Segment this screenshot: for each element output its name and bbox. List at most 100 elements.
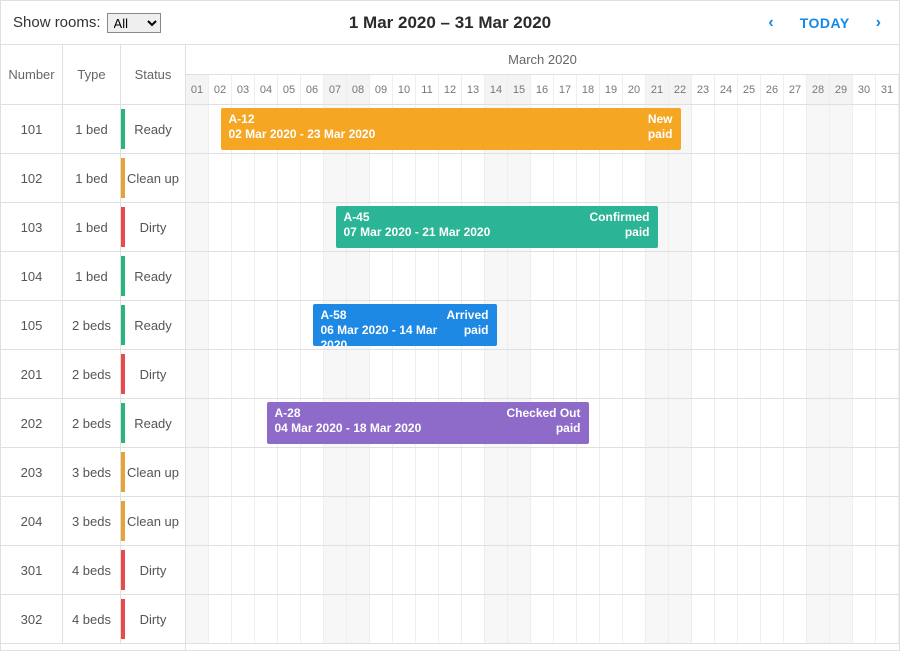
timeline-cell[interactable] — [370, 350, 393, 398]
timeline-cell[interactable] — [853, 546, 876, 594]
timeline-cell[interactable] — [209, 154, 232, 202]
timeline-cell[interactable] — [209, 448, 232, 496]
timeline-cell[interactable] — [232, 399, 255, 447]
timeline-cell[interactable] — [761, 350, 784, 398]
timeline-cell[interactable] — [784, 399, 807, 447]
timeline-cell[interactable] — [876, 252, 899, 300]
timeline-cell[interactable] — [531, 252, 554, 300]
timeline-cell[interactable] — [807, 546, 830, 594]
timeline-cell[interactable] — [853, 301, 876, 349]
timeline-cell[interactable] — [209, 301, 232, 349]
timeline-cell[interactable] — [370, 252, 393, 300]
timeline-cell[interactable] — [807, 203, 830, 251]
timeline-cell[interactable] — [669, 154, 692, 202]
timeline-cell[interactable] — [876, 301, 899, 349]
timeline-cell[interactable] — [715, 595, 738, 643]
timeline-cell[interactable] — [554, 301, 577, 349]
timeline-cell[interactable] — [600, 399, 623, 447]
timeline-cell[interactable] — [439, 252, 462, 300]
timeline-cell[interactable] — [784, 154, 807, 202]
timeline-cell[interactable] — [255, 448, 278, 496]
booking-event[interactable]: A-58Arrived06 Mar 2020 - 14 Mar 2020paid — [313, 304, 497, 346]
timeline-cell[interactable] — [393, 350, 416, 398]
timeline-cell[interactable] — [416, 350, 439, 398]
booking-event[interactable]: A-45Confirmed07 Mar 2020 - 21 Mar 2020pa… — [336, 206, 658, 248]
timeline-cell[interactable] — [807, 301, 830, 349]
timeline-cell[interactable] — [531, 448, 554, 496]
room-row[interactable]: 2043 bedsClean up — [1, 497, 185, 546]
timeline-cell[interactable] — [807, 448, 830, 496]
timeline-cell[interactable] — [784, 105, 807, 153]
timeline-cell[interactable] — [761, 399, 784, 447]
timeline-cell[interactable] — [416, 595, 439, 643]
timeline-cell[interactable] — [255, 350, 278, 398]
timeline-cell[interactable] — [761, 105, 784, 153]
room-row[interactable]: 3024 bedsDirty — [1, 595, 185, 644]
timeline-cell[interactable] — [623, 154, 646, 202]
timeline-cell[interactable] — [830, 301, 853, 349]
timeline-cell[interactable] — [301, 448, 324, 496]
timeline-cell[interactable] — [577, 497, 600, 545]
timeline-cell[interactable] — [669, 497, 692, 545]
timeline-cell[interactable] — [416, 448, 439, 496]
timeline-cell[interactable] — [508, 497, 531, 545]
timeline-cell[interactable] — [715, 203, 738, 251]
timeline-cell[interactable] — [646, 497, 669, 545]
timeline-cell[interactable] — [692, 203, 715, 251]
timeline-cell[interactable] — [232, 595, 255, 643]
timeline-cell[interactable] — [531, 154, 554, 202]
timeline-cell[interactable] — [232, 448, 255, 496]
timeline-cell[interactable] — [623, 252, 646, 300]
timeline-cell[interactable] — [784, 595, 807, 643]
timeline-cell[interactable] — [761, 448, 784, 496]
timeline-cell[interactable] — [324, 595, 347, 643]
timeline-cell[interactable] — [738, 399, 761, 447]
next-icon[interactable]: › — [876, 14, 881, 32]
timeline-cell[interactable] — [577, 154, 600, 202]
timeline-cell[interactable] — [646, 252, 669, 300]
timeline-cell[interactable] — [853, 448, 876, 496]
timeline-cell[interactable] — [186, 497, 209, 545]
timeline-cell[interactable] — [600, 350, 623, 398]
timeline-cell[interactable] — [600, 595, 623, 643]
timeline-cell[interactable] — [278, 497, 301, 545]
room-row[interactable]: 1041 bedReady — [1, 252, 185, 301]
timeline-cell[interactable] — [784, 301, 807, 349]
timeline-cell[interactable] — [186, 399, 209, 447]
timeline-cell[interactable] — [186, 448, 209, 496]
timeline-cell[interactable] — [554, 595, 577, 643]
timeline-cell[interactable] — [623, 595, 646, 643]
timeline-cell[interactable] — [761, 203, 784, 251]
timeline-cell[interactable] — [715, 546, 738, 594]
timeline-cell[interactable] — [876, 350, 899, 398]
room-row[interactable]: 1011 bedReady — [1, 105, 185, 154]
timeline-cell[interactable] — [646, 154, 669, 202]
timeline-cell[interactable] — [669, 595, 692, 643]
prev-icon[interactable]: ‹ — [768, 14, 773, 32]
timeline-cell[interactable] — [554, 154, 577, 202]
timeline-cell[interactable] — [462, 595, 485, 643]
timeline-cell[interactable] — [209, 595, 232, 643]
timeline-cell[interactable] — [600, 497, 623, 545]
timeline-cell[interactable] — [209, 350, 232, 398]
timeline-cell[interactable] — [669, 448, 692, 496]
timeline-cell[interactable] — [715, 350, 738, 398]
timeline-cell[interactable] — [853, 595, 876, 643]
timeline-cell[interactable] — [784, 497, 807, 545]
timeline-cell[interactable] — [692, 546, 715, 594]
timeline-cell[interactable] — [761, 546, 784, 594]
timeline-cell[interactable] — [600, 154, 623, 202]
timeline-cell[interactable] — [623, 350, 646, 398]
rooms-filter-select[interactable]: All — [107, 13, 161, 33]
timeline-cell[interactable] — [278, 546, 301, 594]
timeline-cell[interactable] — [738, 595, 761, 643]
timeline-cell[interactable] — [416, 154, 439, 202]
timeline-cell[interactable] — [393, 448, 416, 496]
timeline-cell[interactable] — [715, 301, 738, 349]
timeline-cell[interactable] — [485, 546, 508, 594]
timeline-cell[interactable] — [784, 448, 807, 496]
timeline-cell[interactable] — [876, 154, 899, 202]
timeline-cell[interactable] — [692, 301, 715, 349]
timeline-cell[interactable] — [554, 546, 577, 594]
timeline-cell[interactable] — [186, 105, 209, 153]
